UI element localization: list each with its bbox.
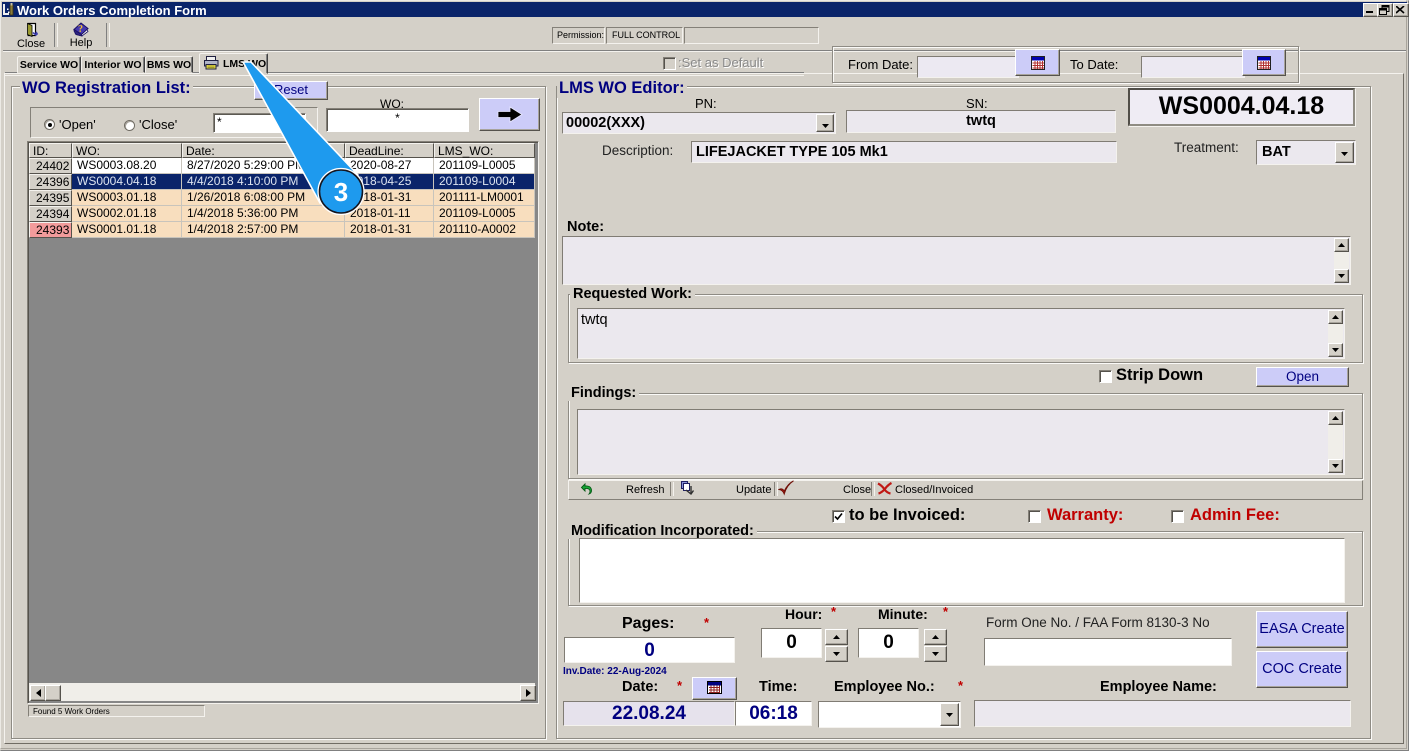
svg-text:3: 3	[334, 177, 348, 207]
svg-text:?: ?	[78, 24, 83, 35]
